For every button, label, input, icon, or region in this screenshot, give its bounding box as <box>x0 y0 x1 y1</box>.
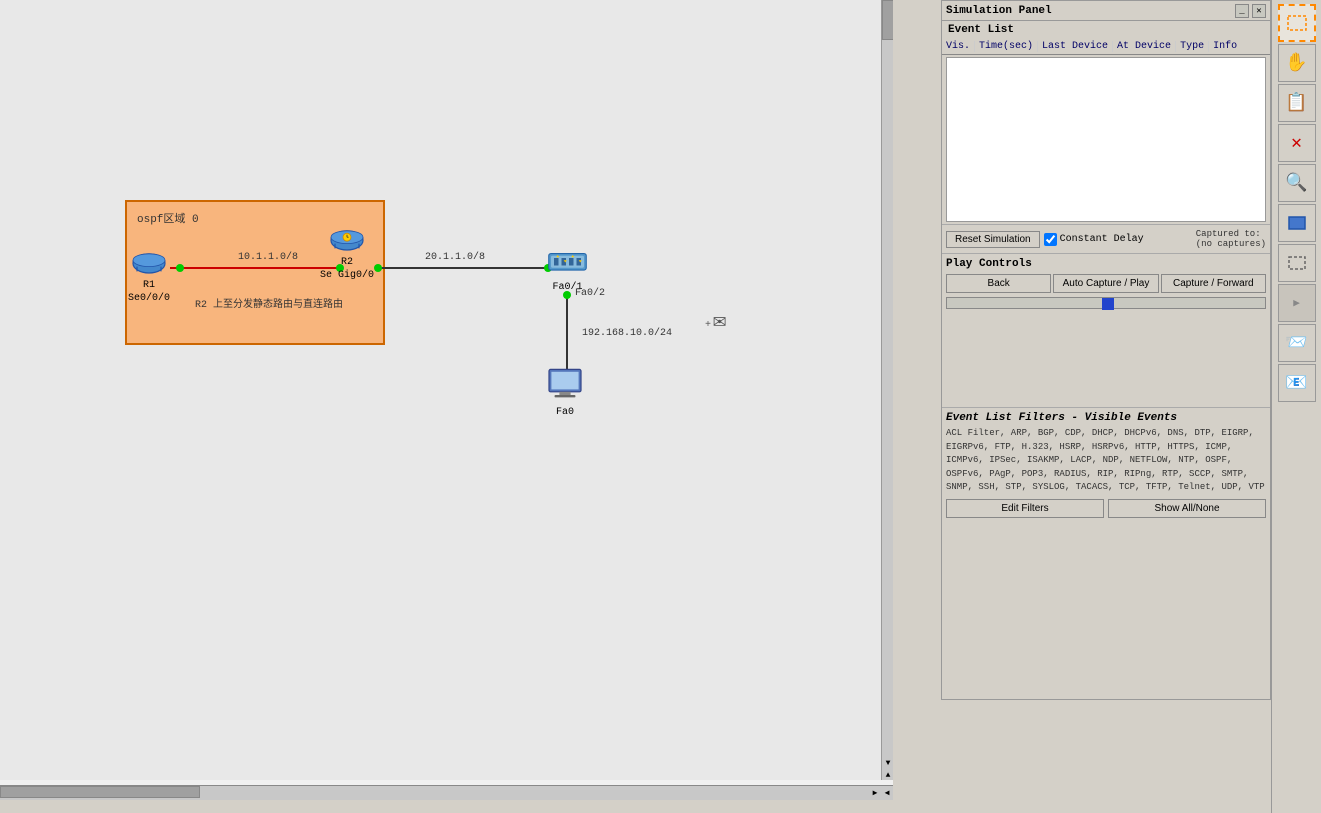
r2-note: R2 上至分发静态路由与直连路由 <box>195 295 343 311</box>
scroll-right-arrow[interactable]: ▶ <box>869 786 881 800</box>
horizontal-scroll-thumb[interactable] <box>0 786 200 798</box>
sim-controls-row: Reset Simulation Constant Delay Captured… <box>942 224 1270 253</box>
dashed-select-btn[interactable] <box>1278 4 1316 42</box>
captured-label: Captured to: <box>1196 229 1266 239</box>
delete-icon: ✕ <box>1291 132 1302 154</box>
mail-in-icon: 📨 <box>1285 332 1307 354</box>
delete-tool-btn[interactable]: ✕ <box>1278 124 1316 162</box>
back-btn[interactable]: Back <box>946 274 1051 293</box>
r2-label: R2 <box>341 257 353 268</box>
router-r2[interactable]: R2 Se Gig0/0 <box>320 225 374 281</box>
progress-indicator <box>1102 298 1114 310</box>
scroll-down-arrow[interactable]: ▼ <box>882 759 893 768</box>
expand-icon: ▶ <box>1293 296 1300 310</box>
sim-panel-titlebar: Simulation Panel _ ✕ <box>942 1 1270 21</box>
r2-interface: Se Gig0/0 <box>320 270 374 281</box>
note-icon: 📋 <box>1285 92 1307 114</box>
r2-subnet-label: 10.1.1.0/8 <box>238 252 298 263</box>
dashed-select-icon <box>1286 14 1308 32</box>
constant-delay-row: Constant Delay <box>1044 233 1144 246</box>
mail-in-btn[interactable]: 📨 <box>1278 324 1316 362</box>
zoom-icon: 🔍 <box>1285 172 1307 194</box>
horizontal-scrollbar[interactable]: ▶ ◀ <box>0 785 893 800</box>
scroll-up2-arrow[interactable]: ▲ <box>882 771 893 780</box>
captured-info: Captured to: (no captures) <box>1196 229 1266 249</box>
sim-panel-title: Simulation Panel <box>946 5 1052 17</box>
rect-tool-btn[interactable] <box>1278 204 1316 242</box>
show-all-btn[interactable]: Show All/None <box>1108 499 1266 518</box>
email-cursor: +✉ <box>705 308 726 334</box>
simulation-panel: Simulation Panel _ ✕ Event List Vis. Tim… <box>941 0 1271 700</box>
mail-out-icon: 📧 <box>1285 372 1307 394</box>
sim-panel-window-controls: _ ✕ <box>1235 4 1266 18</box>
event-list-header: Vis. Time(sec) Last Device At Device Typ… <box>942 39 1270 55</box>
fa02-label: Fa0/2 <box>575 288 605 299</box>
hand-tool-btn[interactable]: ✋ <box>1278 44 1316 82</box>
constant-delay-label: Constant Delay <box>1060 234 1144 245</box>
event-list-body[interactable] <box>946 57 1266 222</box>
play-controls-title: Play Controls <box>946 258 1266 270</box>
router-r1[interactable]: R1 Se0/0/0 <box>128 248 170 304</box>
constant-delay-checkbox[interactable] <box>1044 233 1057 246</box>
main-canvas: ospf区域 0 <box>0 0 893 800</box>
switch-node[interactable]: Fa0/1 <box>545 245 590 293</box>
dashed-rect-tool-btn[interactable] <box>1278 244 1316 282</box>
sim-close-btn[interactable]: ✕ <box>1252 4 1266 18</box>
col-at-device[interactable]: At Device <box>1113 41 1176 52</box>
ospf-label: ospf区域 0 <box>137 210 199 226</box>
play-btns-row: Back Auto Capture / Play Capture / Forwa… <box>946 274 1266 293</box>
pc-node[interactable]: Fa0 <box>545 365 585 418</box>
reset-simulation-btn[interactable]: Reset Simulation <box>946 231 1040 248</box>
event-filters-section: Event List Filters - Visible Events ACL … <box>942 407 1270 522</box>
hand-icon: ✋ <box>1285 52 1307 74</box>
note-tool-btn[interactable]: 📋 <box>1278 84 1316 122</box>
vertical-scrollbar[interactable]: ▼ ▲ <box>881 0 893 780</box>
captured-value: (no captures) <box>1196 239 1266 249</box>
event-list-title: Event List <box>942 21 1270 39</box>
dashed-rect-icon <box>1286 254 1308 272</box>
link-label1: 20.1.1.0/8 <box>425 252 485 263</box>
spacer <box>942 313 1270 403</box>
col-vis[interactable]: Vis. <box>942 41 975 52</box>
col-info[interactable]: Info <box>1209 41 1241 52</box>
subnet1-label: 192.168.10.0/24 <box>582 328 672 339</box>
filter-text: ACL Filter, ARP, BGP, CDP, DHCP, DHCPv6,… <box>946 427 1266 495</box>
edit-filters-btn[interactable]: Edit Filters <box>946 499 1104 518</box>
rect-icon <box>1286 214 1308 232</box>
zoom-tool-btn[interactable]: 🔍 <box>1278 164 1316 202</box>
auto-capture-btn[interactable]: Auto Capture / Play <box>1053 274 1158 293</box>
r1-interface: Se0/0/0 <box>128 293 170 304</box>
col-type[interactable]: Type <box>1176 41 1209 52</box>
fa0-label: Fa0 <box>556 407 574 418</box>
col-last-device[interactable]: Last Device <box>1038 41 1113 52</box>
capture-forward-btn[interactable]: Capture / Forward <box>1161 274 1266 293</box>
col-time[interactable]: Time(sec) <box>975 41 1038 52</box>
filter-btns-row: Edit Filters Show All/None <box>946 499 1266 518</box>
r1-label: R1 <box>143 280 155 291</box>
sim-minimize-btn[interactable]: _ <box>1235 4 1249 18</box>
play-controls-section: Play Controls Back Auto Capture / Play C… <box>942 253 1270 313</box>
vertical-scroll-thumb[interactable] <box>882 0 893 40</box>
right-toolbar: ✋ 📋 ✕ 🔍 ▶ 📨 📧 <box>1271 0 1321 813</box>
event-filters-title: Event List Filters - Visible Events <box>946 412 1266 424</box>
mail-out-btn[interactable]: 📧 <box>1278 364 1316 402</box>
progress-bar <box>946 297 1266 309</box>
expand-btn[interactable]: ▶ <box>1278 284 1316 322</box>
scroll-left2-arrow[interactable]: ◀ <box>881 786 893 800</box>
network-area[interactable]: ospf区域 0 <box>0 0 893 780</box>
network-connections <box>0 0 893 780</box>
